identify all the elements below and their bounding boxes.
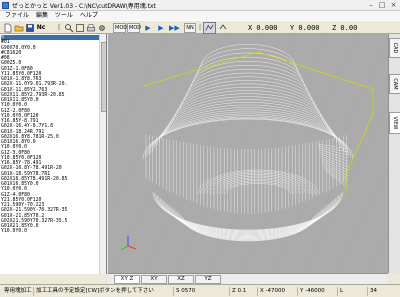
view-tab-bar: XY Z XY XZ YZ xyxy=(108,273,388,284)
step-button[interactable]: ▶ xyxy=(157,23,165,33)
status-message: 加工工具の予定設定[CW]ボタンを押して下さい xyxy=(34,287,174,296)
code-line[interactable]: Y10.0Y0.0 xyxy=(1,229,99,234)
status-x: X -47000 xyxy=(258,287,298,296)
maximize-icon[interactable]: □ xyxy=(377,1,387,10)
status-y: Y -46000 xyxy=(298,287,338,296)
zoom-icon[interactable] xyxy=(64,23,74,33)
tab-xy[interactable]: XY xyxy=(141,275,167,284)
tab-xyz[interactable]: XY Z xyxy=(114,275,140,284)
nc-label[interactable]: Nc xyxy=(36,23,46,33)
fit-view-icon[interactable] xyxy=(75,23,85,33)
menu-tools[interactable]: ツール xyxy=(55,11,73,20)
mode-button-1[interactable]: MOD xyxy=(113,23,127,33)
tab-yz[interactable]: YZ xyxy=(195,275,221,284)
3d-view[interactable] xyxy=(108,34,388,273)
app-window: ぜっとかっと Ver1.03 - C:\NC\cutDRAW\専用塊.txt –… xyxy=(0,0,400,297)
nc-code-list[interactable]: % #01 G90X70.0Y0.0 #C81620 #08 G00Z5.0 G01Z-1.… xyxy=(1,35,99,235)
status-count: 34 xyxy=(370,288,377,294)
play-button[interactable]: ▶ xyxy=(144,23,152,33)
scrollbar-thumb[interactable] xyxy=(101,42,106,112)
menu-help[interactable]: ヘルプ xyxy=(80,11,98,20)
save-icon[interactable] xyxy=(25,23,35,33)
title-bar: ぜっとかっと Ver1.03 - C:\NC\cutDRAW\専用塊.txt –… xyxy=(0,0,400,11)
menu-bar: ファイル 編集 ツール ヘルプ xyxy=(0,11,400,20)
toolpath-canvas[interactable] xyxy=(108,34,388,273)
tab-view[interactable]: VIEW xyxy=(389,112,400,134)
close-icon[interactable]: × xyxy=(388,1,399,10)
coord-x: X 0.000 xyxy=(248,24,278,32)
separator: | xyxy=(198,24,202,31)
mode-button-2[interactable]: MOD xyxy=(127,23,141,33)
coord-y: Y 0.000 xyxy=(290,24,320,32)
axis-gizmo xyxy=(120,236,137,251)
tab-cad-label: CAD xyxy=(392,42,398,54)
toolbar: Nc | MOD MOD ▶ ▶ ▶▶ NN | X 0.000 Y 0.000… xyxy=(0,20,400,34)
mode-button-3[interactable]: NN xyxy=(184,23,196,33)
nc-code-pane[interactable]: % #01 G90X70.0Y0.0 #C81620 #08 G00Z5.0 G01Z-1.… xyxy=(0,34,107,274)
tab-cam-label: CAM xyxy=(392,78,398,90)
tab-view-label: VIEW xyxy=(392,116,398,130)
separator: | xyxy=(57,24,61,31)
fast-forward-button[interactable]: ▶▶ xyxy=(169,23,180,33)
menu-edit[interactable]: 編集 xyxy=(36,11,48,20)
print-icon[interactable] xyxy=(86,23,96,33)
stock-outline xyxy=(142,51,259,87)
minimize-icon[interactable]: – xyxy=(366,1,376,10)
new-file-icon[interactable] xyxy=(3,23,13,33)
tool-path-icon[interactable] xyxy=(203,22,216,34)
app-icon xyxy=(2,2,9,9)
toolpath-lines xyxy=(142,44,354,242)
status-l: L xyxy=(338,287,368,296)
settings-icon[interactable] xyxy=(97,23,107,33)
status-z: Z 0.1 xyxy=(230,287,258,296)
status-mode: 専用塊加工 xyxy=(2,287,34,296)
status-bar: 専用塊加工 加工工具の予定設定[CW]ボタンを押して下さい S 0570 Z 0… xyxy=(0,284,400,297)
tab-xz[interactable]: XZ xyxy=(168,275,194,284)
open-folder-icon[interactable] xyxy=(14,23,24,33)
rotate-icon[interactable] xyxy=(218,23,228,33)
code-scrollbar[interactable] xyxy=(99,34,106,274)
status-spindle: S 0570 xyxy=(174,287,230,296)
tab-cam[interactable]: CAM xyxy=(389,74,400,94)
right-tab-bar: CAD CAM VIEW xyxy=(388,34,400,273)
window-title: ぜっとかっと Ver1.03 - C:\NC\cutDRAW\専用塊.txt xyxy=(12,3,156,10)
menu-file[interactable]: ファイル xyxy=(5,11,29,20)
tab-cad[interactable]: CAD xyxy=(389,38,400,58)
coord-z: Z 0.00 xyxy=(332,24,358,32)
